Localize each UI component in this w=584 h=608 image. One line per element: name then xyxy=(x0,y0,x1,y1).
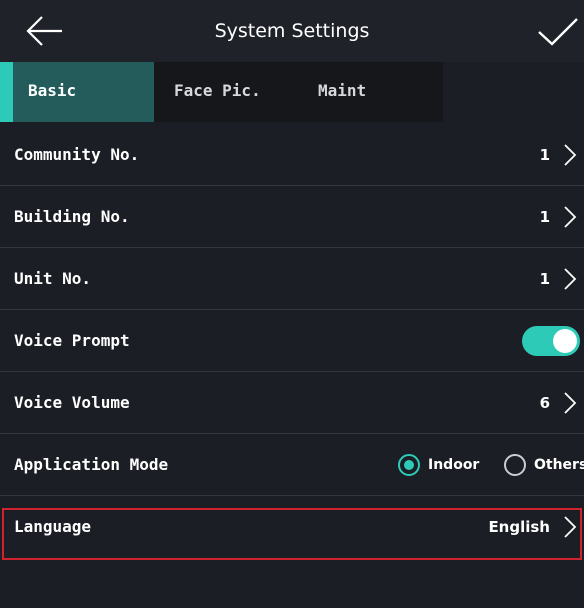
tab-maint-label: Maint xyxy=(318,81,367,100)
voice-volume-value: 6 xyxy=(539,394,550,412)
building-no-label: Building No. xyxy=(14,207,130,226)
radio-selected-dot xyxy=(404,460,414,470)
language-value: English xyxy=(488,518,550,536)
radio-indoor-label[interactable]: Indoor xyxy=(428,434,479,496)
application-mode-radio-group: Indoor Others xyxy=(394,434,584,496)
voice-prompt-toggle[interactable] xyxy=(522,326,580,356)
tab-face-pic-label: Face Pic. xyxy=(174,81,261,100)
language-row[interactable]: Language English xyxy=(0,496,584,558)
tab-bar: Basic Face Pic. Maint xyxy=(0,62,584,122)
tab-basic-label: Basic xyxy=(28,81,77,100)
chevron-right-icon xyxy=(564,268,577,290)
community-no-row[interactable]: Community No. 1 xyxy=(0,124,584,186)
application-mode-row: Application Mode Indoor Others xyxy=(0,434,584,496)
community-no-label: Community No. xyxy=(14,145,140,164)
radio-indoor[interactable] xyxy=(398,454,420,476)
chevron-right-icon xyxy=(564,516,577,538)
building-no-row[interactable]: Building No. 1 xyxy=(0,186,584,248)
unit-no-row[interactable]: Unit No. 1 xyxy=(0,248,584,310)
voice-volume-label: Voice Volume xyxy=(14,393,130,412)
checkmark-icon[interactable] xyxy=(536,16,580,48)
top-bar: System Settings xyxy=(0,0,584,62)
chevron-right-icon xyxy=(564,144,577,166)
community-no-value: 1 xyxy=(539,146,550,164)
arrow-left-icon[interactable] xyxy=(22,14,66,48)
tab-basic[interactable]: Basic xyxy=(0,62,154,122)
system-settings-screen: System Settings Basic Face Pic. Maint Co… xyxy=(0,0,584,608)
tab-face-pic[interactable]: Face Pic. xyxy=(154,62,292,122)
chevron-right-icon xyxy=(564,206,577,228)
language-label: Language xyxy=(14,517,92,536)
chevron-right-icon xyxy=(564,392,577,414)
voice-prompt-row: Voice Prompt xyxy=(0,310,584,372)
voice-prompt-label: Voice Prompt xyxy=(14,331,130,350)
radio-others[interactable] xyxy=(504,454,526,476)
radio-others-label[interactable]: Others xyxy=(534,434,584,496)
building-no-value: 1 xyxy=(539,208,550,226)
toggle-knob xyxy=(553,329,577,353)
unit-no-value: 1 xyxy=(539,270,550,288)
unit-no-label: Unit No. xyxy=(14,269,92,288)
page-title: System Settings xyxy=(214,20,370,42)
application-mode-label: Application Mode xyxy=(14,455,169,474)
voice-volume-row[interactable]: Voice Volume 6 xyxy=(0,372,584,434)
tab-maint[interactable]: Maint xyxy=(292,62,443,122)
